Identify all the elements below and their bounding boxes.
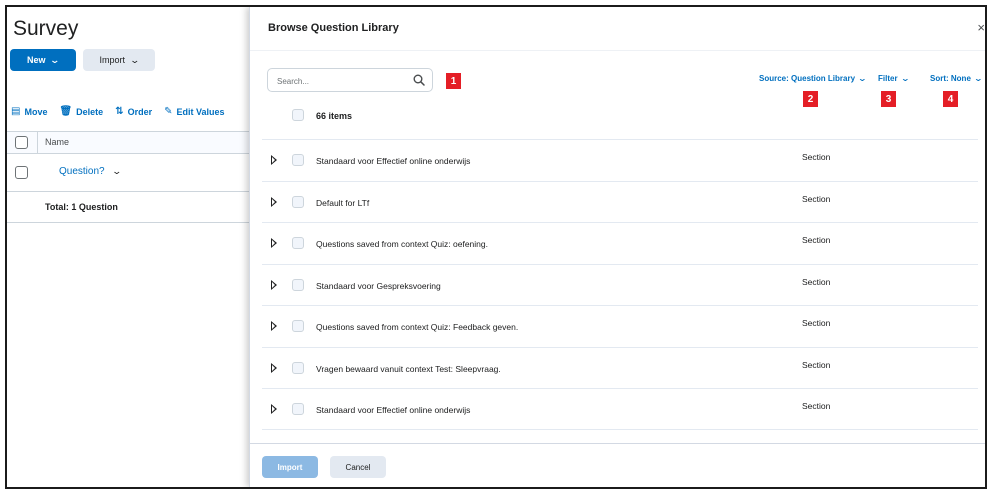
dialog-title: Browse Question Library [268,22,399,34]
import-menu-button[interactable]: Import ⌄ [83,49,155,71]
row-checkbox[interactable] [292,403,304,415]
row-checkbox[interactable] [292,154,304,166]
search-icon[interactable] [412,73,426,87]
list-item: Standaard voor Effectief online onderwij… [262,139,978,181]
import-menu-label: Import [99,55,125,65]
browse-question-library-dialog: Browse Question Library × 1 Source: Ques… [249,7,985,487]
row-type: Section [802,401,831,411]
row-type: Section [802,152,831,162]
row-title[interactable]: Standaard voor Effectief online onderwij… [316,405,470,415]
move-button[interactable]: ▤ Move [11,106,47,117]
search-box [267,68,433,92]
row-type: Section [802,318,831,328]
order-label: Order [127,106,153,117]
row-type: Section [802,193,831,204]
import-button[interactable]: Import [262,456,318,478]
column-divider [37,132,38,153]
new-button[interactable]: New ⌄ [10,49,76,71]
list-item: Questions saved from context Quiz: Feedb… [262,305,978,347]
screenshot-frame: Survey New ⌄ Import ⌄ ▤ Move 🗑 Delete ⇅ … [5,5,987,489]
chevron-down-icon: ⌄ [973,74,983,83]
list-item: Standaard voor Effectief online onderwij… [262,388,978,430]
edit-values-button[interactable]: ✎ Edit Values [164,106,224,117]
row-title[interactable]: Standaard voor Effectief online onderwij… [316,156,470,166]
dialog-header: Browse Question Library × [250,7,985,51]
question-table: Name Question? ⌄ Total: 1 Question [7,131,257,223]
row-checkbox[interactable] [292,361,304,374]
column-header-name: Name [45,137,70,147]
question-toolbar: ▤ Move 🗑 Delete ⇅ Order ✎ Edit Values [11,106,225,117]
annotation-badge-1: 1 [446,73,461,89]
row-title[interactable]: Vragen bewaard vanuit context Test: Slee… [316,364,501,374]
expand-triangle-icon[interactable] [271,279,277,290]
row-title[interactable]: Standaard voor Gespreksvoering [316,281,441,291]
expand-triangle-icon[interactable] [271,321,277,331]
question-label: Question? [59,166,105,177]
row-checkbox[interactable] [15,166,28,179]
select-all-checkbox[interactable] [15,136,28,149]
items-count: 66 items [316,111,353,121]
question-link[interactable]: Question? ⌄ [59,166,122,177]
select-all-checkbox[interactable] [292,109,304,121]
filter-label: Filter [878,74,898,83]
chevron-down-icon: ⌄ [900,74,910,83]
cancel-button[interactable]: Cancel [330,456,386,478]
row-title[interactable]: Questions saved from context Quiz: oefen… [316,239,488,249]
edit-values-label: Edit Values [176,106,225,117]
annotation-badge-3: 3 [881,91,896,107]
chevron-down-icon: ⌄ [857,74,868,83]
row-type: Section [802,359,831,370]
row-checkbox[interactable] [292,278,304,291]
annotation-badge-2: 2 [803,91,818,107]
total-text: Total: 1 Question [45,202,118,212]
row-checkbox[interactable] [292,237,304,249]
trash-icon: 🗑 [59,106,73,117]
annotation-badge-4: 4 [943,91,958,107]
pencil-icon: ✎ [164,106,173,117]
list-item: Vragen bewaard vanuit context Test: Slee… [262,346,978,389]
row-type: Section [802,235,831,245]
move-icon: ▤ [11,106,21,117]
dialog-footer: Import Cancel [250,443,985,487]
row-type: Section [802,276,831,287]
sort-order-icon: ⇅ [115,106,124,117]
sort-label: Sort: None [930,74,971,83]
sort-dropdown[interactable]: Sort: None ⌄ [930,74,983,83]
source-label: Source: Question Library [759,74,856,83]
list-item: Default for LTf Section [262,180,978,223]
chevron-down-icon: ⌄ [49,54,61,65]
move-label: Move [24,106,48,117]
list-item: Standaard voor Gespreksvoering Section [262,263,978,306]
search-input[interactable] [277,73,407,89]
expand-triangle-icon[interactable] [271,238,277,248]
delete-button[interactable]: 🗑 Delete [59,106,103,117]
source-dropdown[interactable]: Source: Question Library ⌄ [759,74,868,83]
table-total-row: Total: 1 Question [7,191,257,223]
row-checkbox[interactable] [292,195,304,208]
expand-triangle-icon[interactable] [271,196,277,207]
order-button[interactable]: ⇅ Order [115,106,152,117]
row-checkbox[interactable] [292,320,304,332]
row-title[interactable]: Questions saved from context Quiz: Feedb… [316,322,518,332]
new-button-label: New [26,55,46,65]
close-icon[interactable]: × [977,20,985,35]
survey-page: Survey New ⌄ Import ⌄ ▤ Move 🗑 Delete ⇅ … [7,7,257,487]
list-item: Questions saved from context Quiz: oefen… [262,222,978,264]
expand-triangle-icon[interactable] [271,362,277,373]
chevron-down-icon[interactable]: ⌄ [111,166,122,177]
filter-dropdown[interactable]: Filter ⌄ [878,74,910,83]
delete-label: Delete [76,106,104,117]
expand-triangle-icon[interactable] [271,404,277,414]
page-title: Survey [13,17,79,40]
chevron-down-icon: ⌄ [129,54,141,65]
row-title[interactable]: Default for LTf [316,198,369,208]
table-header-row: Name [7,131,257,153]
table-row: Question? ⌄ [7,153,257,191]
expand-triangle-icon[interactable] [271,155,277,165]
question-library-list: Standaard voor Effectief online onderwij… [262,139,978,430]
